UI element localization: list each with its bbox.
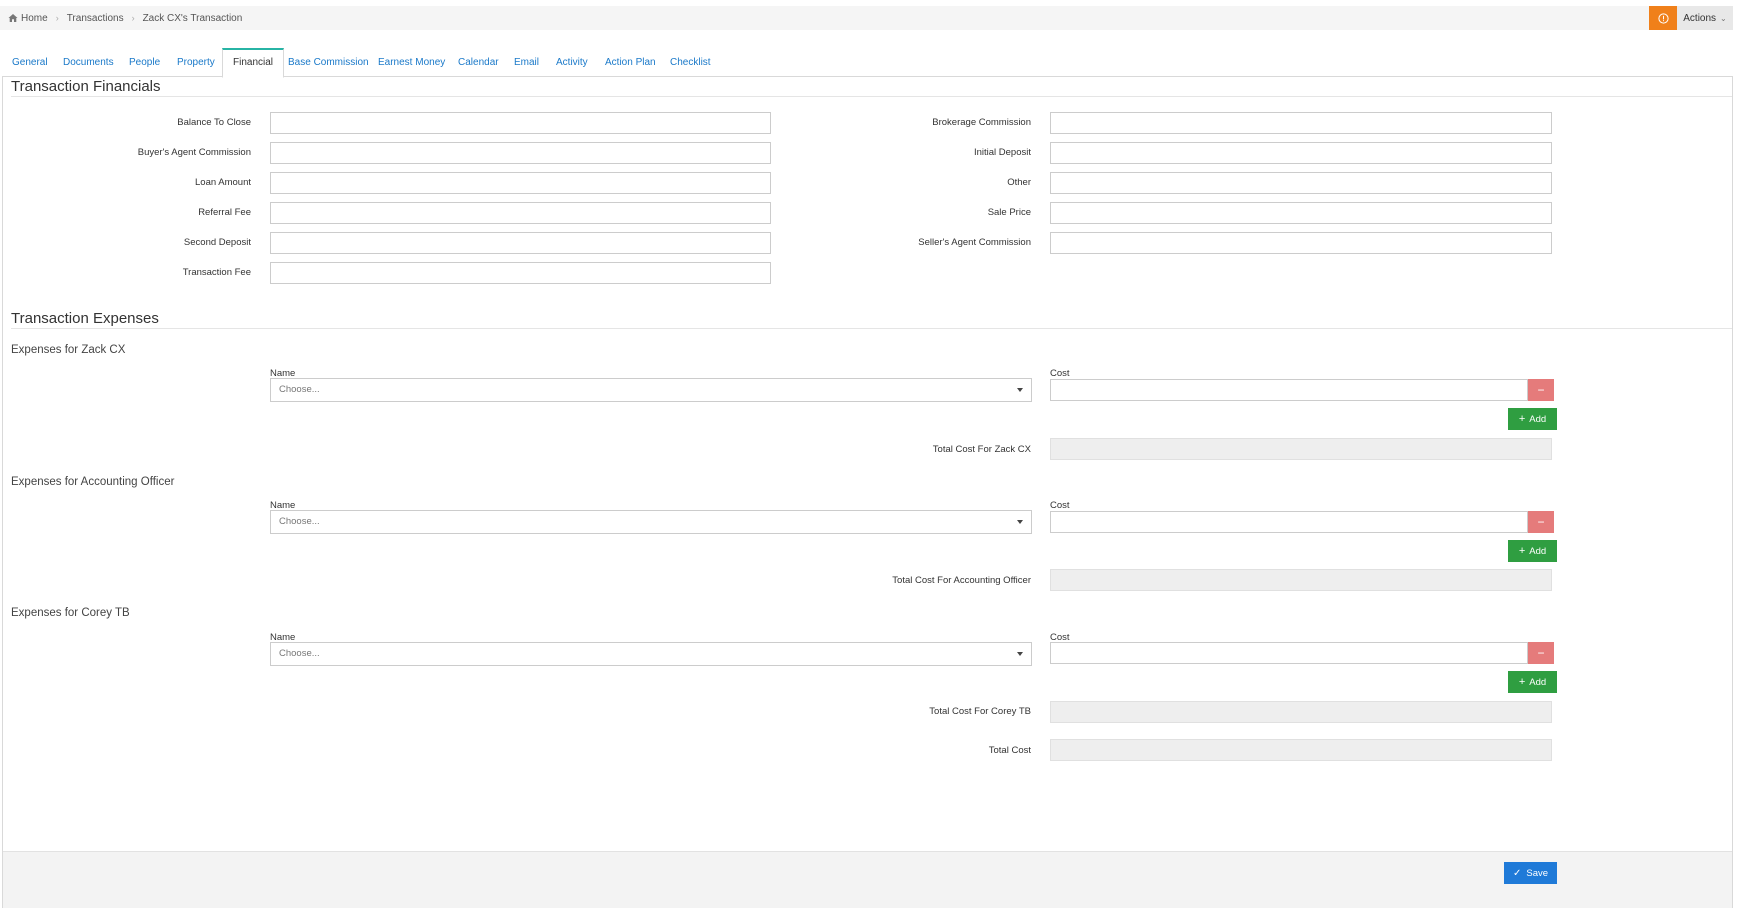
- add-label: Add: [1529, 676, 1547, 688]
- expense-name-select[interactable]: Choose...: [270, 378, 1032, 402]
- save-label: Save: [1526, 867, 1549, 879]
- breadcrumb: Home › Transactions › Zack CX's Transact…: [8, 6, 242, 30]
- form-footer: ✓ Save: [3, 851, 1732, 908]
- loan-amount-input[interactable]: [270, 172, 771, 194]
- buyers-agent-commission-input[interactable]: [270, 142, 771, 164]
- referral-fee-label: Referral Fee: [198, 207, 251, 218]
- info-button[interactable]: [1649, 6, 1677, 30]
- financial-panel: Transaction Financials Balance To Close …: [2, 77, 1733, 908]
- buyers-agent-commission-label: Buyer's Agent Commission: [137, 147, 251, 158]
- initial-deposit-label: Initial Deposit: [973, 147, 1031, 158]
- tab-calendar[interactable]: Calendar: [448, 48, 509, 77]
- total-cost-input: [1050, 438, 1552, 460]
- tab-documents[interactable]: Documents: [53, 48, 124, 77]
- select-placeholder: Choose...: [279, 384, 320, 395]
- transaction-fee-input[interactable]: [270, 262, 771, 284]
- cost-column-label: Cost: [1050, 500, 1070, 511]
- plus-icon: +: [1518, 413, 1526, 425]
- total-cost-label: Total Cost For Corey TB: [929, 706, 1031, 717]
- chevron-right-icon: ›: [131, 13, 135, 23]
- add-label: Add: [1529, 413, 1547, 425]
- balance-to-close-input[interactable]: [270, 112, 771, 134]
- second-deposit-input[interactable]: [270, 232, 771, 254]
- brokerage-commission-input[interactable]: [1050, 112, 1552, 134]
- balance-to-close-label: Balance To Close: [177, 117, 251, 128]
- expense-cost-input[interactable]: [1050, 511, 1528, 533]
- actions-label: Actions: [1683, 12, 1717, 24]
- tab-email[interactable]: Email: [504, 48, 549, 77]
- breadcrumb-transactions[interactable]: Transactions: [67, 13, 124, 24]
- expense-group-title: Expenses for Zack CX: [11, 344, 126, 356]
- financials-divider: [11, 96, 1732, 97]
- save-button[interactable]: ✓ Save: [1504, 862, 1557, 884]
- breadcrumb-current: Zack CX's Transaction: [142, 12, 243, 24]
- expense-group-title: Expenses for Corey TB: [11, 607, 130, 619]
- chevron-down-icon: ⌄: [1720, 13, 1727, 23]
- transaction-fee-label: Transaction Fee: [182, 267, 251, 278]
- tab-activity[interactable]: Activity: [546, 48, 598, 77]
- breadcrumb-home[interactable]: Home: [21, 13, 48, 24]
- tab-earnest-money[interactable]: Earnest Money: [368, 48, 455, 77]
- plus-icon: +: [1518, 676, 1526, 688]
- minus-icon: −: [1537, 383, 1545, 397]
- sale-price-input[interactable]: [1050, 202, 1552, 224]
- financials-title: Transaction Financials: [11, 78, 161, 95]
- sellers-agent-commission-label: Seller's Agent Commission: [918, 237, 1031, 248]
- tab-general[interactable]: General: [2, 48, 58, 77]
- add-expense-button[interactable]: + Add: [1508, 540, 1557, 562]
- cost-column-label: Cost: [1050, 368, 1070, 379]
- expense-name-select[interactable]: Choose...: [270, 642, 1032, 666]
- referral-fee-input[interactable]: [270, 202, 771, 224]
- expenses-title: Transaction Expenses: [11, 310, 159, 327]
- loan-amount-label: Loan Amount: [195, 177, 251, 188]
- select-placeholder: Choose...: [279, 648, 320, 659]
- tab-bar: General Documents People Property Financ…: [2, 48, 1733, 78]
- grand-total-label: Total Cost: [988, 745, 1031, 756]
- initial-deposit-input[interactable]: [1050, 142, 1552, 164]
- total-cost-label: Total Cost For Accounting Officer: [892, 575, 1031, 586]
- grand-total-input: [1050, 739, 1552, 761]
- add-expense-button[interactable]: + Add: [1508, 408, 1557, 430]
- caret-down-icon: [1017, 520, 1023, 524]
- expense-name-select[interactable]: Choose...: [270, 510, 1032, 534]
- other-label: Other: [1007, 177, 1031, 188]
- info-circle-icon: [1657, 12, 1669, 24]
- tab-property[interactable]: Property: [167, 48, 225, 77]
- brokerage-commission-label: Brokerage Commission: [932, 117, 1031, 128]
- add-expense-button[interactable]: + Add: [1508, 671, 1557, 693]
- check-icon: ✓: [1512, 867, 1522, 879]
- plus-icon: +: [1518, 545, 1526, 557]
- select-placeholder: Choose...: [279, 516, 320, 527]
- total-cost-label: Total Cost For Zack CX: [932, 444, 1031, 455]
- remove-expense-button[interactable]: −: [1528, 642, 1554, 664]
- tab-base-commission[interactable]: Base Commission: [278, 48, 379, 77]
- tab-people[interactable]: People: [119, 48, 170, 77]
- total-cost-input: [1050, 569, 1552, 591]
- sale-price-label: Sale Price: [987, 207, 1031, 218]
- total-cost-input: [1050, 701, 1552, 723]
- remove-expense-button[interactable]: −: [1528, 379, 1554, 401]
- tab-financial[interactable]: Financial: [222, 48, 285, 78]
- minus-icon: −: [1537, 515, 1545, 529]
- caret-down-icon: [1017, 388, 1023, 392]
- expense-group-title: Expenses for Accounting Officer: [11, 476, 175, 488]
- add-label: Add: [1529, 545, 1547, 557]
- second-deposit-label: Second Deposit: [183, 237, 251, 248]
- actions-dropdown-button[interactable]: Actions ⌄: [1677, 6, 1733, 30]
- tab-action-plan[interactable]: Action Plan: [595, 48, 666, 77]
- caret-down-icon: [1017, 652, 1023, 656]
- expenses-divider: [11, 328, 1732, 329]
- chevron-right-icon: ›: [55, 13, 59, 23]
- remove-expense-button[interactable]: −: [1528, 511, 1554, 533]
- sellers-agent-commission-input[interactable]: [1050, 232, 1552, 254]
- minus-icon: −: [1537, 646, 1545, 660]
- home-icon: [8, 14, 18, 22]
- expense-cost-input[interactable]: [1050, 379, 1528, 401]
- top-bar: Home › Transactions › Zack CX's Transact…: [0, 6, 1733, 30]
- expense-cost-input[interactable]: [1050, 642, 1528, 664]
- other-input[interactable]: [1050, 172, 1552, 194]
- tab-checklist[interactable]: Checklist: [660, 48, 721, 77]
